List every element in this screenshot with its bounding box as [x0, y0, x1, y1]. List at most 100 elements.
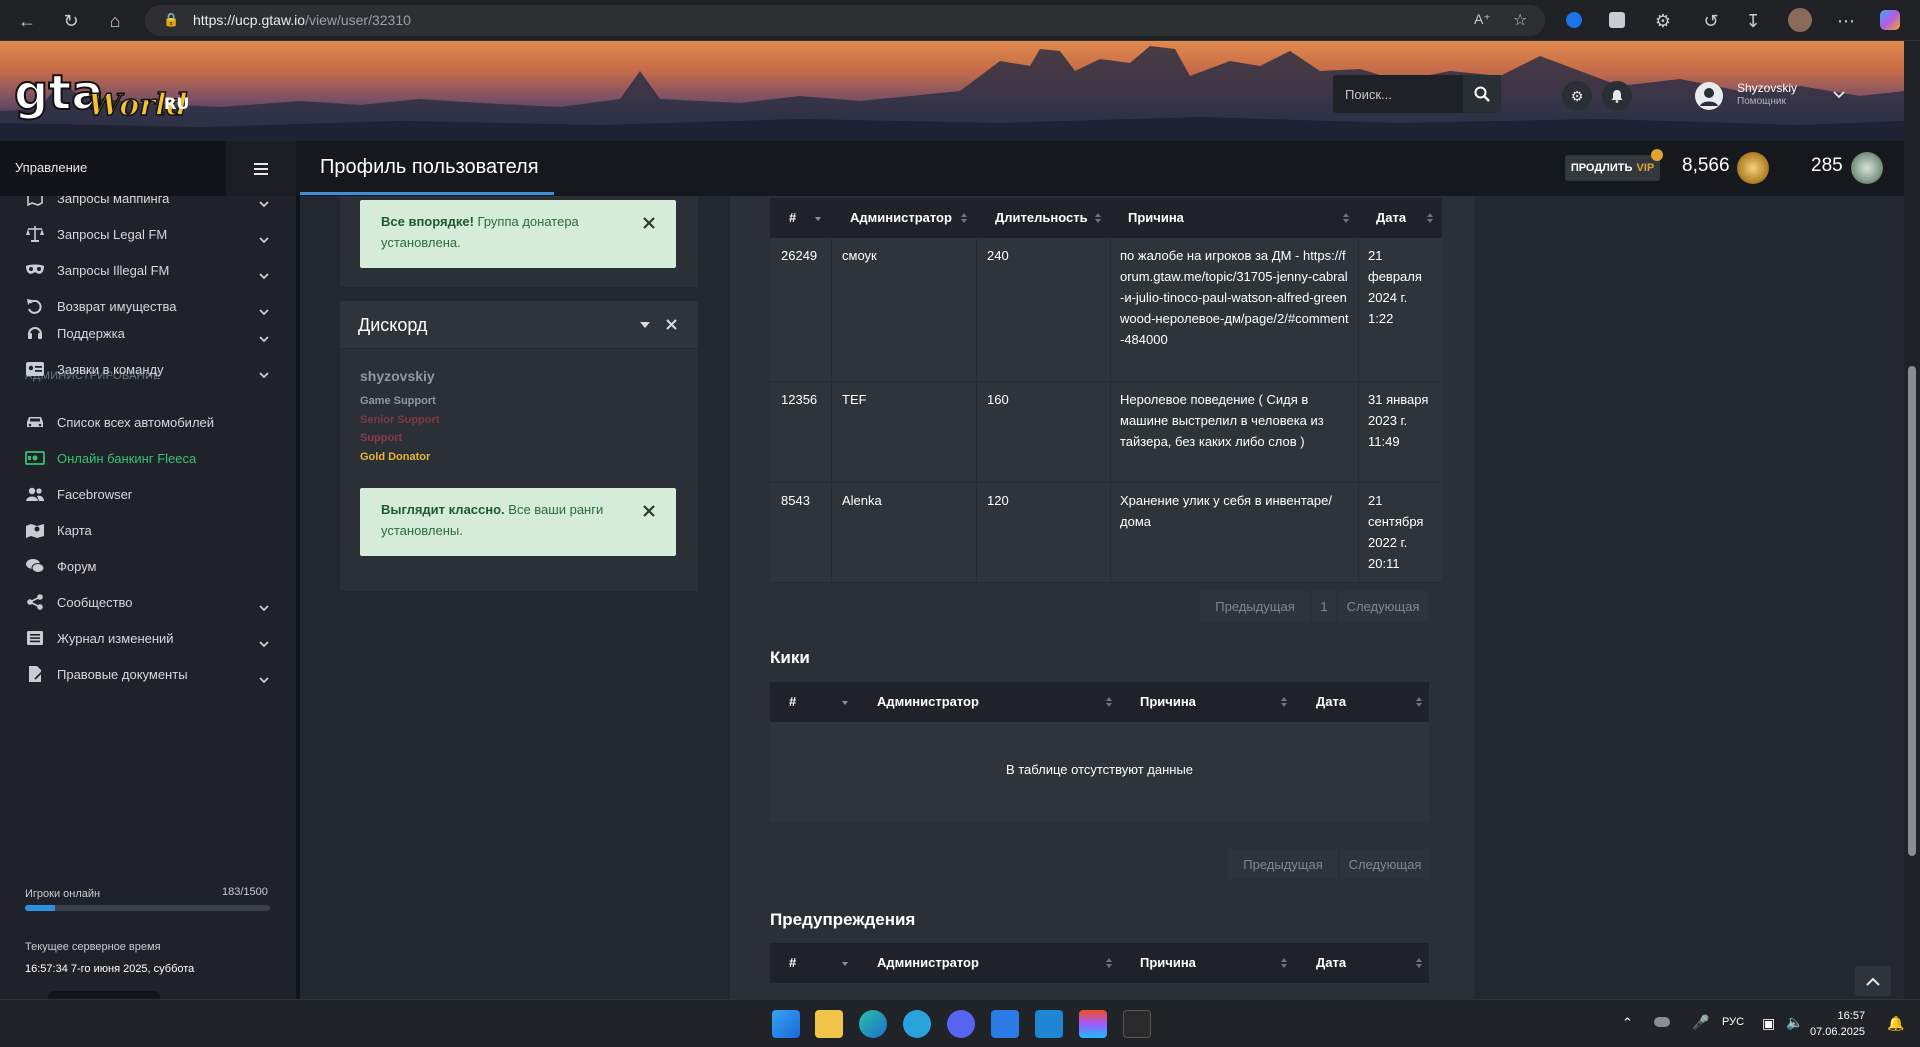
sidebar-item-share[interactable]: Сообщество	[0, 584, 296, 620]
keyboard-language[interactable]: РУС	[1722, 1016, 1744, 1028]
ban-date: 21 февраля 2024 г. 1:22	[1368, 248, 1422, 326]
sort-desc-icon[interactable]	[841, 957, 849, 969]
home-icon[interactable]: ⌂	[102, 8, 128, 34]
scroll-to-top-button[interactable]	[1855, 966, 1891, 996]
taskbar-clock[interactable]: 16:57 07.06.2025	[1810, 1008, 1865, 1040]
profile-avatar[interactable]	[1788, 8, 1812, 32]
search-button[interactable]	[1463, 75, 1501, 113]
sort-icon[interactable]	[1415, 696, 1423, 708]
vscode-icon[interactable]	[1035, 1010, 1063, 1038]
sidebar-item-users[interactable]: Facebrowser	[0, 476, 296, 512]
sort-icon[interactable]	[1426, 212, 1434, 224]
sort-icon[interactable]	[1280, 957, 1288, 969]
notification-bell-icon[interactable]: 🔔	[1887, 1015, 1904, 1032]
sort-icon[interactable]	[1415, 957, 1423, 969]
bans-next-button[interactable]: Следующая	[1338, 591, 1428, 621]
col-reason[interactable]: Причина	[1140, 955, 1196, 970]
weather-cloud-icon[interactable]	[1654, 1017, 1670, 1027]
col-admin[interactable]: Администратор	[877, 694, 979, 709]
telegram-icon[interactable]	[903, 1010, 931, 1038]
discord-icon[interactable]	[947, 1010, 975, 1038]
scrollbar-thumb[interactable]	[1908, 366, 1916, 856]
sidebar-item-id-card[interactable]: Заявки в команду	[0, 351, 296, 387]
sidebar-item-mask[interactable]: Запросы Illegal FM	[0, 252, 296, 288]
sort-icon[interactable]	[1105, 957, 1113, 969]
sidebar-item-map[interactable]: Запросы маппинга	[0, 196, 296, 216]
col-admin[interactable]: Администратор	[877, 955, 979, 970]
col-reason[interactable]: Причина	[1140, 694, 1196, 709]
col-duration[interactable]: Длительность	[995, 210, 1088, 225]
bans-prev-button[interactable]: Предыдущая	[1200, 591, 1310, 621]
col-id[interactable]: #	[789, 955, 796, 970]
sort-desc-icon[interactable]	[841, 696, 849, 708]
todo-icon[interactable]	[991, 1010, 1019, 1038]
menu-toggle-button[interactable]	[226, 141, 296, 196]
sort-icon[interactable]	[1094, 212, 1102, 224]
notifications-button[interactable]	[1602, 81, 1632, 111]
sidebar-footer-button[interactable]	[48, 991, 160, 999]
gtaworld-logo[interactable]: gta World RU	[14, 59, 194, 127]
puzzle-icon[interactable]: ⚙	[1650, 8, 1676, 34]
col-id[interactable]: #	[789, 210, 796, 225]
sort-icon[interactable]	[1280, 696, 1288, 708]
microphone-icon[interactable]: 🎤	[1692, 1014, 1709, 1031]
col-id[interactable]: #	[789, 694, 796, 709]
donator-alert: Все впорядке! Группа донатера установлен…	[360, 200, 676, 268]
sidebar-item-comments[interactable]: Форум	[0, 548, 296, 584]
history-icon[interactable]: ↺	[1698, 8, 1724, 34]
epic-games-icon[interactable]	[1123, 1010, 1151, 1038]
volume-icon[interactable]: 🔈	[1786, 1014, 1803, 1031]
read-aloud-icon[interactable]: A⁺	[1474, 11, 1491, 28]
sidebar-item-scales[interactable]: Запросы Legal FM	[0, 216, 296, 252]
user-menu[interactable]: Shyzovskiy Помощник	[1695, 76, 1865, 116]
reload-icon[interactable]: ↻	[58, 8, 84, 34]
shazam-extension-icon[interactable]	[1566, 12, 1582, 28]
online-players-progress	[25, 905, 270, 911]
col-reason[interactable]: Причина	[1128, 210, 1184, 225]
header-bar: Управление Профиль пользователя продлить…	[0, 141, 1904, 196]
sort-icon[interactable]	[960, 212, 968, 224]
address-bar[interactable]: 🔒 https://ucp.gtaw.io/view/user/32310 A⁺…	[145, 5, 1545, 36]
sort-icon[interactable]	[1342, 212, 1350, 224]
col-date[interactable]: Дата	[1316, 955, 1346, 970]
edge-browser-icon[interactable]	[859, 1010, 887, 1038]
back-icon[interactable]: ←	[14, 8, 40, 34]
sidebar-item-map-marker[interactable]: Карта	[0, 512, 296, 548]
bans-page-1-button[interactable]: 1	[1312, 591, 1336, 621]
more-icon[interactable]: ⋯	[1833, 8, 1859, 34]
kicks-prev-button[interactable]: Предыдущая	[1228, 849, 1338, 879]
sidebar-item-document[interactable]: Правовые документы	[0, 656, 296, 692]
col-admin[interactable]: Администратор	[850, 210, 952, 225]
tray-chevron-up-icon[interactable]: ⌃	[1622, 1015, 1633, 1031]
close-icon[interactable]	[642, 216, 656, 230]
windows-start-icon[interactable]	[772, 1010, 800, 1038]
sidebar-item-headset[interactable]: Поддержка	[0, 315, 296, 351]
settings-button[interactable]: ⚙	[1562, 81, 1592, 111]
hamburger-icon	[254, 162, 268, 175]
extension-icon[interactable]	[1609, 12, 1625, 28]
col-date[interactable]: Дата	[1376, 210, 1406, 225]
ban-reason: Неролевое поведение ( Сидя в машине выст…	[1120, 392, 1324, 449]
kicks-next-button[interactable]: Следующая	[1340, 849, 1430, 879]
network-icon[interactable]: ▣	[1762, 1015, 1775, 1032]
copilot-icon[interactable]	[1880, 10, 1900, 30]
col-date[interactable]: Дата	[1316, 694, 1346, 709]
extend-vip-button[interactable]: продлить VIP	[1565, 155, 1660, 181]
sidebar-item-list[interactable]: Журнал изменений	[0, 620, 296, 656]
figma-icon[interactable]	[1079, 1010, 1107, 1038]
download-icon[interactable]: ↧	[1740, 8, 1766, 34]
favorite-star-icon[interactable]: ☆	[1513, 10, 1527, 30]
main-content: Все впорядке! Группа донатера установлен…	[300, 196, 1904, 999]
page-scrollbar[interactable]	[1904, 41, 1920, 999]
sort-desc-icon[interactable]	[814, 212, 822, 224]
sidebar-item-money[interactable]: Онлайн банкинг Fleeca	[0, 440, 296, 476]
ban-duration: 160	[987, 392, 1009, 407]
ban-duration: 240	[987, 248, 1009, 263]
sidebar-item-car[interactable]: Список всех автомобилей	[0, 404, 296, 440]
sidebar-item-label: Запросы Illegal FM	[57, 262, 170, 278]
collapse-caret-icon[interactable]	[640, 321, 650, 329]
close-icon[interactable]	[642, 504, 656, 518]
close-icon[interactable]	[666, 319, 677, 330]
sort-icon[interactable]	[1105, 696, 1113, 708]
file-explorer-icon[interactable]	[815, 1010, 843, 1038]
